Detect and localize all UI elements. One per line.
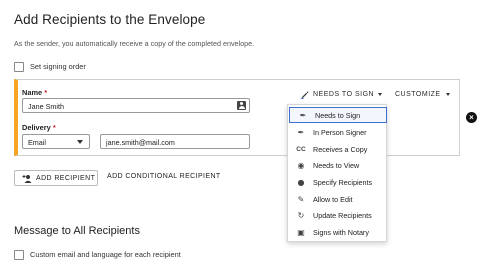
signing-order-label: Set signing order — [30, 62, 86, 71]
remove-recipient-icon[interactable]: × — [466, 112, 477, 123]
person-icon: ● — [297, 177, 305, 187]
menu-item-allow-to-edit[interactable]: ✎ Allow to Edit — [288, 191, 386, 207]
custom-email-label: Custom email and language for each recip… — [30, 250, 181, 259]
pen-icon: ✒ — [299, 110, 307, 120]
notary-icon: ▣ — [297, 227, 305, 237]
email-input[interactable]: jane.smith@mail.com — [100, 134, 250, 149]
name-label: Name * — [22, 88, 48, 97]
recipient-action-menu: ✒ Needs to Sign ✒ In Person Signer CC Re… — [287, 104, 387, 242]
pencil-icon: ✎ — [297, 194, 305, 204]
menu-item-update-recipients[interactable]: ↻ Update Recipients — [288, 207, 386, 223]
delivery-label: Delivery * — [22, 123, 56, 132]
recipient-action-dropdown[interactable]: NEEDS TO SIGN — [300, 89, 383, 100]
message-section-title: Message to All Recipients — [14, 225, 140, 237]
contact-card-icon[interactable] — [237, 101, 246, 110]
pen-icon: ✒ — [297, 127, 305, 137]
custom-email-checkbox[interactable] — [14, 250, 24, 260]
menu-item-specify-recipients[interactable]: ● Specify Recipients — [288, 174, 386, 190]
add-conditional-recipient-button[interactable]: ADD CONDITIONAL RECIPIENT — [107, 173, 221, 180]
page-title: Add Recipients to the Envelope — [14, 12, 206, 27]
signing-order-checkbox[interactable] — [14, 62, 24, 72]
customize-dropdown[interactable]: CUSTOMIZE — [395, 89, 450, 100]
chevron-down-icon — [378, 93, 383, 96]
menu-item-receives-a-copy[interactable]: CC Receives a Copy — [288, 141, 386, 157]
eye-icon: ◉ — [297, 160, 305, 170]
menu-item-signs-with-notary[interactable]: ▣ Signs with Notary — [288, 224, 386, 240]
update-icon: ↻ — [297, 210, 305, 220]
pen-icon — [300, 91, 309, 99]
name-input[interactable]: Jane Smith — [22, 98, 250, 113]
menu-item-needs-to-sign[interactable]: ✒ Needs to Sign — [289, 107, 387, 123]
page-subtitle: As the sender, you automatically receive… — [14, 39, 255, 48]
add-person-icon — [22, 174, 32, 183]
chevron-down-icon — [445, 93, 450, 96]
chevron-down-icon — [77, 140, 83, 144]
menu-item-in-person-signer[interactable]: ✒ In Person Signer — [288, 124, 386, 140]
menu-item-needs-to-view[interactable]: ◉ Needs to View — [288, 157, 386, 173]
cc-icon: CC — [296, 145, 306, 153]
add-recipient-button[interactable]: ADD RECIPIENT — [14, 170, 98, 186]
delivery-select[interactable]: Email — [22, 134, 90, 149]
